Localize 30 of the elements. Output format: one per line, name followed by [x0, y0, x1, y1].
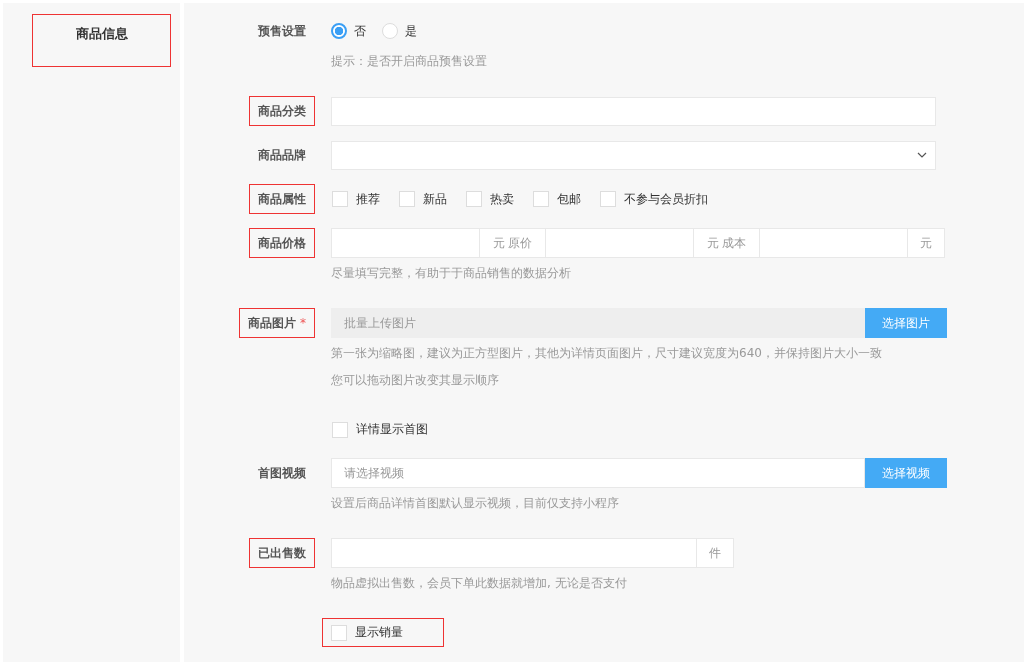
- field-label: 商品属性: [249, 184, 315, 214]
- field-label: 商品品牌: [257, 147, 307, 164]
- field-label: 首图视频: [257, 465, 307, 482]
- hint-text: 第一张为缩略图，建议为正方型图片，其他为详情页面图片，尺寸建议宽度为640，并保持图片大小一致: [331, 345, 883, 362]
- radio-option[interactable]: 是: [382, 22, 417, 40]
- unit-addon: 元 原价: [480, 228, 545, 258]
- checkbox-option[interactable]: 不参与会员折扣: [599, 184, 709, 214]
- checkbox-option[interactable]: 新品: [398, 184, 448, 214]
- hint-text: 设置后商品详情首图默认显示视频，目前仅支持小程序: [331, 495, 620, 512]
- unit-addon: 元 成本: [694, 228, 759, 258]
- hint-text: 物品虚拟出售数，会员下单此数据就增加, 无论是否支付: [331, 575, 628, 592]
- field-label: 预售设置: [257, 23, 307, 40]
- checkbox-option[interactable]: 热卖: [465, 184, 515, 214]
- hint-text: 尽量填写完整，有助于于商品销售的数据分析: [331, 265, 572, 282]
- select-field[interactable]: [331, 140, 936, 170]
- field-label: 已出售数: [249, 538, 315, 568]
- field-label: 商品图片 *: [239, 308, 315, 338]
- section-title: 商品信息: [32, 14, 171, 67]
- checkbox-option[interactable]: 详情显示首图: [331, 415, 429, 444]
- chevron-down-icon[interactable]: [917, 152, 927, 158]
- checkbox-option[interactable]: 显示销量: [322, 618, 444, 647]
- checkbox-option[interactable]: 推荐: [331, 184, 381, 214]
- field-label: 商品价格: [249, 228, 315, 258]
- radio-option[interactable]: 否: [331, 22, 366, 40]
- hint-text: 提示：是否开启商品预售设置: [331, 53, 488, 70]
- field-label: 商品分类: [249, 96, 315, 126]
- hint-text: 您可以拖动图片改变其显示顺序: [331, 372, 500, 389]
- unit-addon: 元: [908, 228, 945, 258]
- unit-addon: 件: [697, 538, 734, 568]
- checkbox-option[interactable]: 包邮: [532, 184, 582, 214]
